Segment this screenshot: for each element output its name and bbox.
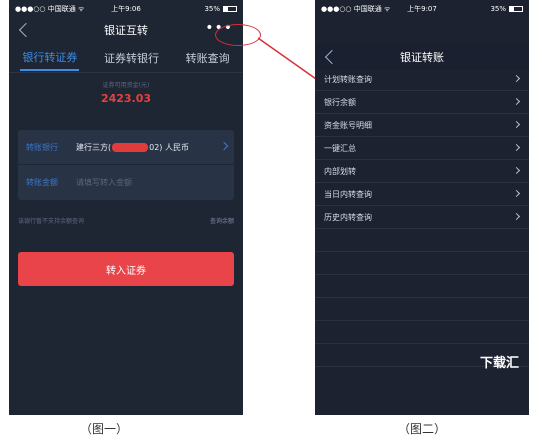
nav-bar: 银证转账 [315,44,529,70]
bank-value-prefix: 建行三方( [76,142,112,152]
menu-item-label: 计划转账查询 [324,74,372,84]
menu-item-label: 历史内转查询 [324,212,372,222]
chevron-right-icon [512,189,521,198]
tab-bank-to-securities[interactable]: 银行转证券 [20,45,80,71]
empty-row [315,252,529,275]
amount-label: 转账金额 [26,178,58,187]
back-icon[interactable] [17,21,31,39]
chevron-right-icon [219,141,229,151]
chevron-right-icon [512,143,521,152]
empty-row [315,321,529,344]
menu-item-plan-transfer-query[interactable]: 计划转账查询 [315,68,529,91]
bank-select-row[interactable]: 转账银行 建行三方( 02) 人民币 [18,130,234,165]
transfer-form: 转账银行 建行三方( 02) 人民币 转账金额 请填写转入金额 [18,130,234,200]
query-balance-link[interactable]: 查询余额 [210,216,234,225]
menu-item-label: 内部划转 [324,166,356,176]
status-bar: ●●●○○ 中国联通 ᯤ 上午9:07 35% [315,0,529,17]
menu-item-history-internal-query[interactable]: 历史内转查询 [315,206,529,229]
chevron-right-icon [512,212,521,221]
back-icon[interactable] [323,48,337,66]
empty-row [315,275,529,298]
balance-note: 该银行暂不支持余额查询 [18,218,85,225]
menu-item-label: 资金账号明细 [324,120,372,130]
bank-value: 建行三方( 02) 人民币 [76,142,189,153]
caption-figure-1: （图一） [80,422,129,436]
menu-item-fund-account-detail[interactable]: 资金账号明细 [315,114,529,137]
tab-transfer-query[interactable]: 转账查询 [184,46,232,70]
battery-indicator: 35% [490,5,523,13]
nav-bar: 银证互转 ••• [9,17,243,43]
amount-row: 转账金额 请填写转入金额 [18,165,234,200]
transfer-in-button[interactable]: 转入证券 [18,252,234,286]
tab-securities-to-bank[interactable]: 证券转银行 [102,46,161,70]
bank-value-suffix: 02) 人民币 [149,142,189,152]
available-funds-value: 2423.03 [100,92,152,105]
available-funds-label: 证券可用资金(元) [102,82,150,89]
page-title: 银证转账 [400,51,444,64]
battery-icon [223,5,237,12]
status-bar: ●●●○○ 中国联通 ᯤ 上午9:06 35% [9,0,243,17]
menu-list: 计划转账查询 银行余额 资金账号明细 一键汇总 内部划转 当日内转查询 历史内转… [315,68,529,367]
menu-item-bank-balance[interactable]: 银行余额 [315,91,529,114]
chevron-right-icon [512,120,521,129]
menu-item-label: 一键汇总 [324,143,356,153]
menu-item-internal-transfer[interactable]: 内部划转 [315,160,529,183]
menu-item-today-internal-query[interactable]: 当日内转查询 [315,183,529,206]
menu-item-one-click-summary[interactable]: 一键汇总 [315,137,529,160]
empty-row [315,298,529,321]
caption-figure-2: （图二） [398,422,447,436]
menu-item-label: 银行余额 [324,97,356,107]
bank-label: 转账银行 [26,142,58,152]
battery-icon [509,5,523,12]
battery-indicator: 35% [204,5,237,13]
divider [9,72,243,73]
chevron-right-icon [512,166,521,175]
screenshot-bank-securities-menu: ●●●○○ 中国联通 ᯤ 上午9:07 35% 银证转账 计划转账查询 银行余额… [315,0,529,415]
watermark-logo: 下载汇 [479,356,519,371]
battery-percent: 35% [490,4,506,13]
chevron-right-icon [512,74,521,83]
tab-bar: 银行转证券 证券转银行 转账查询 [9,44,243,72]
empty-row [315,229,529,252]
battery-percent: 35% [204,4,220,13]
menu-item-label: 当日内转查询 [324,189,372,199]
amount-input[interactable]: 请填写转入金额 [76,177,132,188]
page-title: 银证互转 [104,24,148,37]
chevron-right-icon [512,97,521,106]
annotation-circle [215,24,261,46]
screenshot-bank-securities-transfer: ●●●○○ 中国联通 ᯤ 上午9:06 35% 银证互转 ••• 银行转证券 证… [9,0,243,415]
redaction-mark [112,142,149,152]
